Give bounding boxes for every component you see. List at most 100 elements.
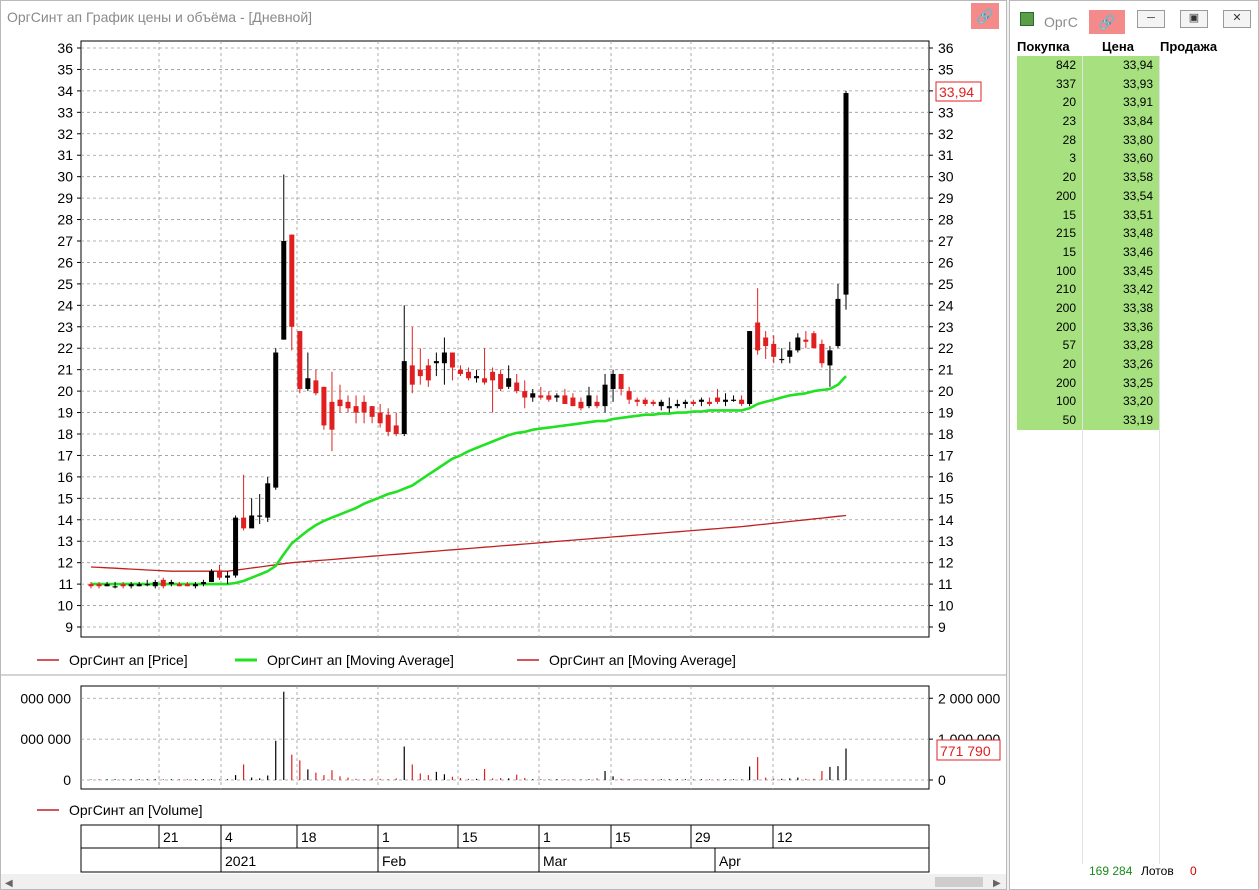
book-row-qty[interactable]: 15	[1017, 205, 1082, 225]
candle-body	[586, 395, 592, 407]
candle-body	[771, 343, 777, 357]
candle-body	[96, 584, 102, 587]
book-row-price[interactable]: 33,60	[1083, 149, 1159, 169]
price-tick-label-right: 20	[938, 383, 954, 399]
price-tick-label-left: 23	[57, 319, 73, 335]
price-tick-label-left: 26	[57, 254, 73, 270]
book-row-qty[interactable]: 200	[1017, 298, 1082, 318]
price-tick-label-right: 10	[938, 598, 954, 614]
book-row-price[interactable]: 33,19	[1083, 411, 1159, 430]
close-button[interactable]: ✕	[1223, 10, 1251, 28]
book-row-price[interactable]: 33,20	[1083, 392, 1159, 412]
order-book-link-button[interactable]: 🔗	[1089, 10, 1125, 34]
price-tick-label-right: 9	[938, 619, 946, 635]
book-row-price[interactable]: 33,54	[1083, 186, 1159, 206]
book-row-price[interactable]: 33,42	[1083, 280, 1159, 299]
book-row-qty[interactable]: 57	[1017, 336, 1082, 355]
price-tick-label-right: 23	[938, 319, 954, 335]
book-row-qty[interactable]: 50	[1017, 411, 1082, 430]
price-tick-label-right: 11	[938, 576, 953, 592]
price-tick-label-left: 29	[57, 190, 73, 206]
book-row-price[interactable]: 33,80	[1083, 130, 1159, 150]
book-row-qty[interactable]: 337	[1017, 74, 1082, 94]
scroll-thumb[interactable]	[935, 877, 983, 887]
candle-body	[176, 584, 182, 587]
restore-button[interactable]: ▣	[1180, 10, 1208, 28]
book-row-qty[interactable]: 215	[1017, 224, 1082, 243]
chart-canvas[interactable]: 9101112131415161718192021222324252627282…	[1, 1, 1006, 889]
book-row-qty[interactable]: 210	[1017, 280, 1082, 299]
candle-body	[618, 373, 624, 389]
book-row-qty[interactable]: 100	[1017, 261, 1082, 281]
book-row-qty[interactable]: 15	[1017, 242, 1082, 262]
candle-body	[482, 378, 488, 383]
candle-body	[843, 93, 849, 295]
book-row-price[interactable]: 33,25	[1083, 373, 1159, 393]
candle-body	[498, 373, 504, 389]
candle-body	[514, 382, 520, 392]
time-label-bottom: 2021	[225, 853, 256, 869]
lots-total: 169 284	[1089, 864, 1133, 878]
book-row-price[interactable]: 33,45	[1083, 261, 1159, 281]
order-book-titlebar[interactable]: ОргС 🔗 ─ ▣ ✕	[1010, 1, 1258, 34]
book-row-price[interactable]: 33,94	[1083, 56, 1159, 75]
book-row-price[interactable]: 33,36	[1083, 317, 1159, 337]
book-row-qty[interactable]: 200	[1017, 317, 1082, 337]
candle-body	[168, 581, 174, 585]
candle-body	[827, 350, 833, 366]
price-tick-label-right: 17	[938, 447, 954, 463]
book-row-price[interactable]: 33,84	[1083, 112, 1159, 131]
column-divider	[1159, 56, 1160, 864]
time-axis: 21 4 18 1 15 1 15 29 12 2021 Feb Mar Apr	[80, 824, 930, 873]
price-tick-label-right: 35	[938, 61, 954, 77]
book-row-qty[interactable]: 842	[1017, 56, 1082, 75]
legend-ma-slow: ОргСинт ап [Moving Average]	[549, 652, 736, 668]
candle-body	[706, 401, 712, 404]
book-row-qty[interactable]: 20	[1017, 93, 1082, 113]
h-scrollbar[interactable]	[1, 874, 1006, 889]
candle-body	[345, 401, 351, 409]
candle-body	[626, 391, 632, 400]
book-row-price[interactable]: 33,91	[1083, 93, 1159, 113]
order-book-window: ОргС 🔗 ─ ▣ ✕ Покупка Цена Продажа 842 337…	[1009, 0, 1259, 890]
candle-body	[449, 352, 455, 368]
header-price[interactable]: Цена	[1102, 39, 1134, 54]
book-row-qty[interactable]: 20	[1017, 168, 1082, 187]
volume-tick-label-left: 000 000	[20, 690, 71, 706]
candle-body	[425, 365, 431, 381]
header-sell[interactable]: Продажа	[1160, 39, 1217, 54]
book-row-price[interactable]: 33,46	[1083, 242, 1159, 262]
book-row-qty[interactable]: 200	[1017, 186, 1082, 206]
candle-body	[273, 352, 279, 488]
price-tick-label-left: 12	[57, 555, 73, 571]
candle-body	[594, 401, 600, 407]
header-buy[interactable]: Покупка	[1017, 39, 1070, 54]
price-tick-label-left: 33	[57, 104, 73, 120]
volume-tick-label-left: 0	[63, 772, 71, 788]
time-label-top: 15	[615, 829, 631, 845]
candle-body	[658, 401, 664, 407]
book-row-qty[interactable]: 200	[1017, 373, 1082, 393]
book-row-price[interactable]: 33,48	[1083, 224, 1159, 243]
book-row-qty[interactable]: 28	[1017, 130, 1082, 150]
scroll-right-icon[interactable]: ▶	[993, 878, 1001, 889]
book-row-qty[interactable]: 20	[1017, 355, 1082, 374]
scroll-left-icon[interactable]: ◀	[5, 878, 13, 889]
lots-label: Лотов	[1141, 864, 1174, 878]
book-row-price[interactable]: 33,58	[1083, 168, 1159, 187]
candle-body	[160, 579, 166, 587]
price-tick-label-right: 13	[938, 533, 954, 549]
book-row-price[interactable]: 33,51	[1083, 205, 1159, 225]
candle-body	[385, 414, 391, 432]
candle-body	[297, 331, 303, 389]
price-tick-label-left: 16	[57, 469, 73, 485]
book-row-qty[interactable]: 100	[1017, 392, 1082, 412]
book-row-price[interactable]: 33,26	[1083, 355, 1159, 374]
book-row-qty[interactable]: 3	[1017, 149, 1082, 169]
price-tick-label-left: 35	[57, 61, 73, 77]
book-row-price[interactable]: 33,93	[1083, 74, 1159, 94]
book-row-price[interactable]: 33,38	[1083, 298, 1159, 318]
book-row-price[interactable]: 33,28	[1083, 336, 1159, 355]
book-row-qty[interactable]: 23	[1017, 112, 1082, 131]
minimize-button[interactable]: ─	[1137, 10, 1165, 28]
